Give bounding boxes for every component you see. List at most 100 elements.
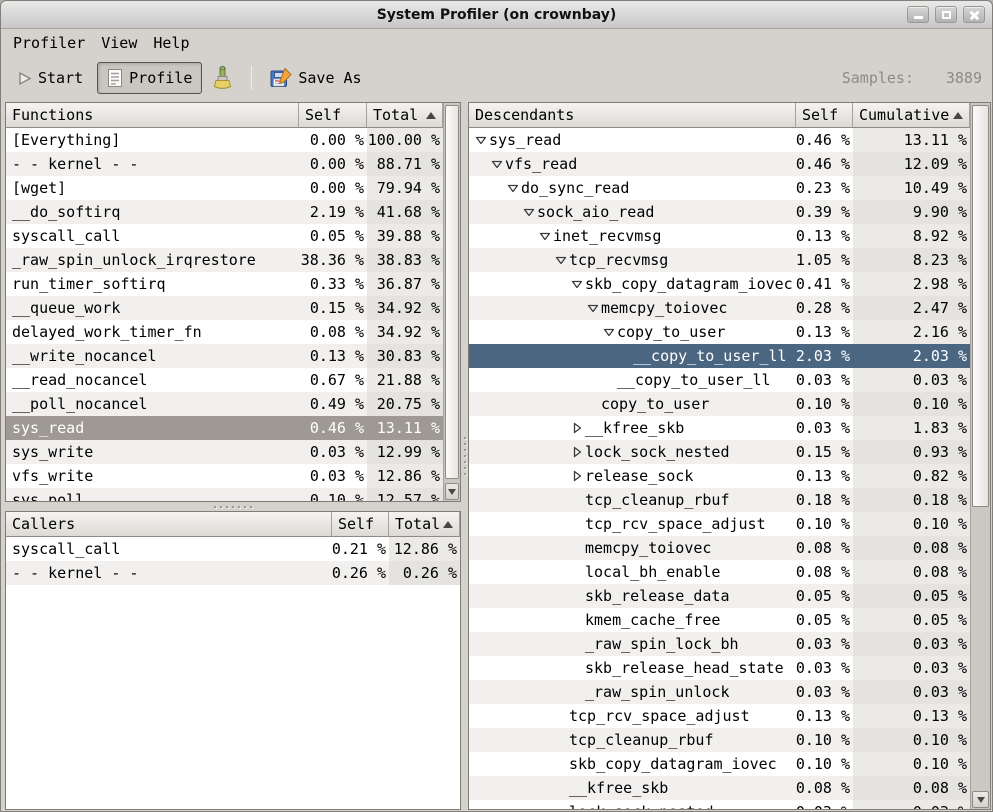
maximize-button[interactable] xyxy=(935,6,957,23)
tree-row[interactable]: __kfree_skb0.08 %0.08 % xyxy=(469,776,970,800)
tree-row[interactable]: __copy_to_user_ll2.03 %2.03 % xyxy=(469,344,970,368)
save-as-button[interactable]: Save As xyxy=(260,62,371,95)
tree-expander[interactable] xyxy=(539,224,553,248)
tree-expander[interactable] xyxy=(571,464,585,488)
expander-open-icon[interactable] xyxy=(523,206,535,218)
tree-row[interactable]: tcp_rcv_space_adjust0.13 %0.13 % xyxy=(469,704,970,728)
vertical-splitter[interactable] xyxy=(461,102,468,810)
table-row[interactable]: __poll_nocancel0.49 %20.75 % xyxy=(6,392,443,416)
titlebar[interactable]: System Profiler (on crownbay) xyxy=(1,1,992,29)
table-row[interactable]: sys_write0.03 %12.99 % xyxy=(6,440,443,464)
callers-column-header[interactable]: Callers xyxy=(6,512,332,537)
tree-row[interactable]: tcp_rcv_space_adjust0.10 %0.10 % xyxy=(469,512,970,536)
table-row[interactable]: __read_nocancel0.67 %21.88 % xyxy=(6,368,443,392)
expander-closed-icon[interactable] xyxy=(571,422,583,434)
descendants-scrollbar[interactable] xyxy=(970,103,990,809)
table-row[interactable]: [Everything]0.00 %100.00 % xyxy=(6,128,443,152)
tree-row[interactable]: skb_release_head_state0.03 %0.03 % xyxy=(469,656,970,680)
table-row[interactable]: sys_read0.46 %13.11 % xyxy=(6,416,443,440)
start-button[interactable]: Start xyxy=(7,63,93,93)
tree-row[interactable]: skb_copy_datagram_iovec0.10 %0.10 % xyxy=(469,752,970,776)
menu-profiler[interactable]: Profiler xyxy=(5,31,93,55)
document-icon xyxy=(107,68,123,88)
profile-toggle-button[interactable]: Profile xyxy=(97,62,202,94)
tree-expander[interactable] xyxy=(587,296,601,320)
table-row[interactable]: __queue_work0.15 %34.92 % xyxy=(6,296,443,320)
tree-row[interactable]: do_sync_read0.23 %10.49 % xyxy=(469,176,970,200)
reset-button[interactable] xyxy=(202,59,243,98)
tree-row[interactable]: memcpy_toiovec0.08 %0.08 % xyxy=(469,536,970,560)
scrollbar-thumb[interactable] xyxy=(445,105,459,479)
functions-column-header[interactable]: Functions xyxy=(6,103,299,128)
tree-row[interactable]: tcp_cleanup_rbuf0.10 %0.10 % xyxy=(469,728,970,752)
tree-expander[interactable] xyxy=(491,152,505,176)
tree-row[interactable]: skb_release_data0.05 %0.05 % xyxy=(469,584,970,608)
tree-expander[interactable] xyxy=(571,440,585,464)
tree-row[interactable]: _raw_spin_unlock0.03 %0.03 % xyxy=(469,680,970,704)
functions-total-column-header[interactable]: Total xyxy=(367,103,443,128)
tree-expander[interactable] xyxy=(475,128,489,152)
tree-expander[interactable] xyxy=(507,176,521,200)
tree-row[interactable]: vfs_read0.46 %12.09 % xyxy=(469,152,970,176)
expander-open-icon[interactable] xyxy=(587,302,599,314)
tree-row[interactable]: lock_sock_nested0.15 %0.93 % xyxy=(469,440,970,464)
tree-row[interactable]: inet_recvmsg0.13 %8.92 % xyxy=(469,224,970,248)
expander-open-icon[interactable] xyxy=(603,326,615,338)
menu-help[interactable]: Help xyxy=(145,31,197,55)
horizontal-splitter[interactable] xyxy=(5,502,461,511)
table-row[interactable]: delayed_work_timer_fn0.08 %34.92 % xyxy=(6,320,443,344)
scrollbar-thumb[interactable] xyxy=(972,105,989,507)
table-row[interactable]: syscall_call0.21 %12.86 % xyxy=(6,537,460,561)
table-row[interactable]: - - kernel - -0.26 %0.26 % xyxy=(6,561,460,585)
tree-row[interactable]: skb_copy_datagram_iovec0.41 %2.98 % xyxy=(469,272,970,296)
tree-expander[interactable] xyxy=(571,272,585,296)
callers-self-column-header[interactable]: Self xyxy=(332,512,389,537)
tree-row[interactable]: tcp_cleanup_rbuf0.18 %0.18 % xyxy=(469,488,970,512)
tree-row[interactable]: local_bh_enable0.08 %0.08 % xyxy=(469,560,970,584)
expander-open-icon[interactable] xyxy=(507,182,519,194)
table-row[interactable]: __write_nocancel0.13 %30.83 % xyxy=(6,344,443,368)
expander-closed-icon[interactable] xyxy=(571,446,583,458)
tree-row[interactable]: kmem_cache_free0.05 %0.05 % xyxy=(469,608,970,632)
scroll-down-button[interactable] xyxy=(972,791,989,808)
callers-total-column-header[interactable]: Total xyxy=(389,512,460,537)
tree-row[interactable]: copy_to_user0.13 %2.16 % xyxy=(469,320,970,344)
tree-row[interactable]: __copy_to_user_ll0.03 %0.03 % xyxy=(469,368,970,392)
tree-row[interactable]: __kfree_skb0.03 %1.83 % xyxy=(469,416,970,440)
expander-open-icon[interactable] xyxy=(571,278,583,290)
descendants-column-header[interactable]: Descendants xyxy=(469,103,796,128)
tree-row[interactable]: tcp_recvmsg1.05 %8.23 % xyxy=(469,248,970,272)
expander-closed-icon[interactable] xyxy=(571,470,583,482)
tree-row[interactable]: sock_aio_read0.39 %9.90 % xyxy=(469,200,970,224)
table-row[interactable]: _raw_spin_unlock_irqrestore38.36 %38.83 … xyxy=(6,248,443,272)
table-row[interactable]: [wget]0.00 %79.94 % xyxy=(6,176,443,200)
menu-view[interactable]: View xyxy=(93,31,145,55)
table-row[interactable]: run_timer_softirq0.33 %36.87 % xyxy=(6,272,443,296)
tree-row[interactable]: copy_to_user0.10 %0.10 % xyxy=(469,392,970,416)
expander-open-icon[interactable] xyxy=(539,230,551,242)
expander-open-icon[interactable] xyxy=(555,254,567,266)
functions-self-column-header[interactable]: Self xyxy=(299,103,367,128)
tree-row[interactable]: lock_sock_nested0.03 %0.03 % xyxy=(469,800,970,809)
tree-expander[interactable] xyxy=(523,200,537,224)
table-row[interactable]: vfs_write0.03 %12.86 % xyxy=(6,464,443,488)
scroll-down-button[interactable] xyxy=(445,483,459,500)
minimize-button[interactable] xyxy=(907,6,929,23)
tree-expander[interactable] xyxy=(571,416,585,440)
descendants-self-column-header[interactable]: Self xyxy=(796,103,853,128)
table-row[interactable]: __do_softirq2.19 %41.68 % xyxy=(6,200,443,224)
close-button[interactable] xyxy=(963,6,985,23)
tree-expander[interactable] xyxy=(603,320,617,344)
tree-expander[interactable] xyxy=(555,248,569,272)
table-row[interactable]: - - kernel - -0.00 %88.71 % xyxy=(6,152,443,176)
tree-row[interactable]: release_sock0.13 %0.82 % xyxy=(469,464,970,488)
tree-row[interactable]: memcpy_toiovec0.28 %2.47 % xyxy=(469,296,970,320)
descendants-cumulative-column-header[interactable]: Cumulative xyxy=(853,103,970,128)
table-row[interactable]: syscall_call0.05 %39.88 % xyxy=(6,224,443,248)
expander-open-icon[interactable] xyxy=(475,134,487,146)
table-row[interactable]: sys_poll0.10 %12.57 % xyxy=(6,488,443,501)
tree-row[interactable]: _raw_spin_lock_bh0.03 %0.03 % xyxy=(469,632,970,656)
tree-row[interactable]: sys_read0.46 %13.11 % xyxy=(469,128,970,152)
functions-scrollbar[interactable] xyxy=(443,103,460,501)
expander-open-icon[interactable] xyxy=(491,158,503,170)
